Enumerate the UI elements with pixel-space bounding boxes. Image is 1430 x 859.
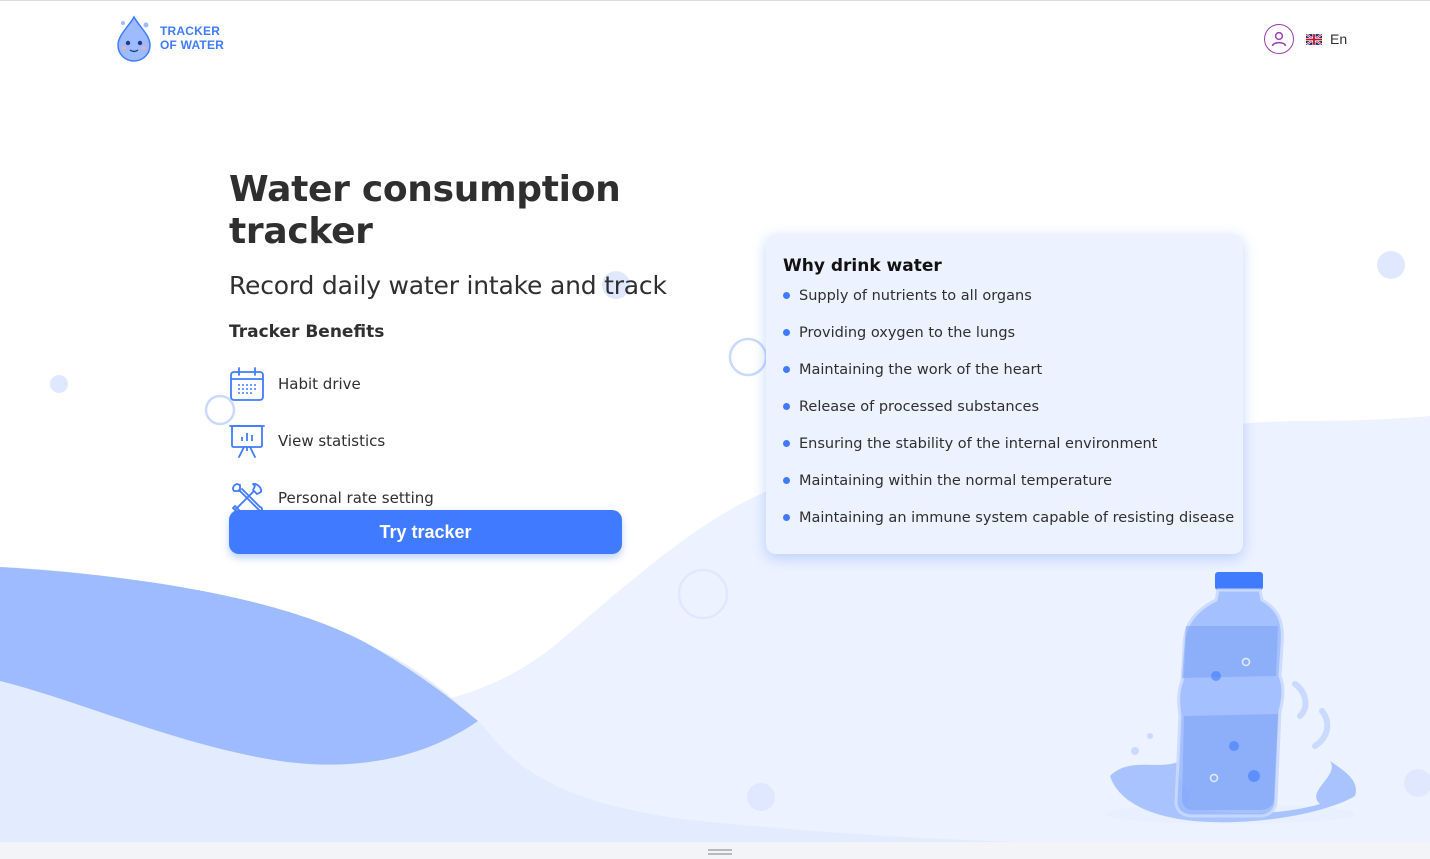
bullet-dot bbox=[783, 329, 790, 336]
hero-section: Water consumption tracker Record daily w… bbox=[229, 169, 749, 535]
benefits-list: Habit drive View statistics Personal rat… bbox=[229, 364, 749, 518]
header-actions: En bbox=[1264, 24, 1347, 54]
statistics-icon bbox=[229, 423, 265, 459]
logo-line-2: OF WATER bbox=[160, 38, 225, 52]
language-switcher[interactable]: En bbox=[1306, 31, 1347, 47]
logo[interactable]: TRACKER OF WATER bbox=[112, 13, 224, 63]
list-item: Maintaining within the normal temperatur… bbox=[783, 465, 1227, 502]
why-title: Why drink water bbox=[783, 256, 942, 276]
bullet-dot bbox=[783, 514, 790, 521]
list-item: Supply of nutrients to all organs bbox=[783, 280, 1227, 317]
calendar-icon bbox=[229, 366, 265, 402]
list-item: Providing oxygen to the lungs bbox=[783, 317, 1227, 354]
bullet-dot bbox=[783, 403, 790, 410]
list-item-text: Maintaining an immune system capable of … bbox=[799, 509, 1235, 526]
list-item: Maintaining an immune system capable of … bbox=[783, 502, 1234, 539]
user-icon bbox=[1271, 31, 1287, 47]
user-account-button[interactable] bbox=[1264, 24, 1294, 54]
list-item-text: Maintaining within the normal temperatur… bbox=[799, 472, 1112, 489]
bullet-dot bbox=[783, 366, 790, 373]
benefit-label: Personal rate setting bbox=[278, 489, 434, 507]
try-tracker-button[interactable]: Try tracker bbox=[229, 510, 622, 554]
list-item: Ensuring the stability of the internal e… bbox=[783, 428, 1227, 465]
list-item-text: Supply of nutrients to all organs bbox=[799, 287, 1032, 304]
water-bottle-illustration bbox=[1105, 572, 1356, 824]
list-item: Maintaining the work of the heart bbox=[783, 354, 1227, 391]
benefit-label: View statistics bbox=[278, 432, 386, 450]
bullet-dot bbox=[783, 477, 790, 484]
list-item-text: Ensuring the stability of the internal e… bbox=[799, 435, 1158, 452]
list-item-text: Providing oxygen to the lungs bbox=[799, 324, 1016, 341]
page-subtitle: Record daily water intake and track bbox=[229, 271, 667, 300]
list-item-text: Release of processed substances bbox=[799, 398, 1040, 415]
page: TRACKER OF WATER En Water consumption tr… bbox=[0, 0, 1430, 859]
bullet-dot bbox=[783, 292, 790, 299]
benefit-item-habit: Habit drive bbox=[229, 364, 749, 404]
benefit-label: Habit drive bbox=[278, 375, 361, 393]
benefits-heading: Tracker Benefits bbox=[229, 322, 385, 342]
why-drink-water-card: Why drink water Supply of nutrients to a… bbox=[766, 234, 1243, 554]
bullet-dot bbox=[783, 440, 790, 447]
list-item-text: Maintaining the work of the heart bbox=[799, 361, 1043, 378]
benefit-item-statistics: View statistics bbox=[229, 421, 749, 461]
uk-flag-icon bbox=[1306, 33, 1322, 45]
list-item: Release of processed substances bbox=[783, 391, 1227, 428]
page-title: Water consumption tracker bbox=[229, 169, 621, 252]
why-list: Supply of nutrients to all organs Provid… bbox=[783, 280, 1234, 539]
resize-handle[interactable] bbox=[708, 849, 732, 855]
logo-text: TRACKER OF WATER bbox=[160, 24, 224, 52]
logo-line-1: TRACKER bbox=[160, 24, 221, 38]
water-drop-logo-icon bbox=[117, 15, 151, 62]
language-label: En bbox=[1330, 31, 1348, 47]
